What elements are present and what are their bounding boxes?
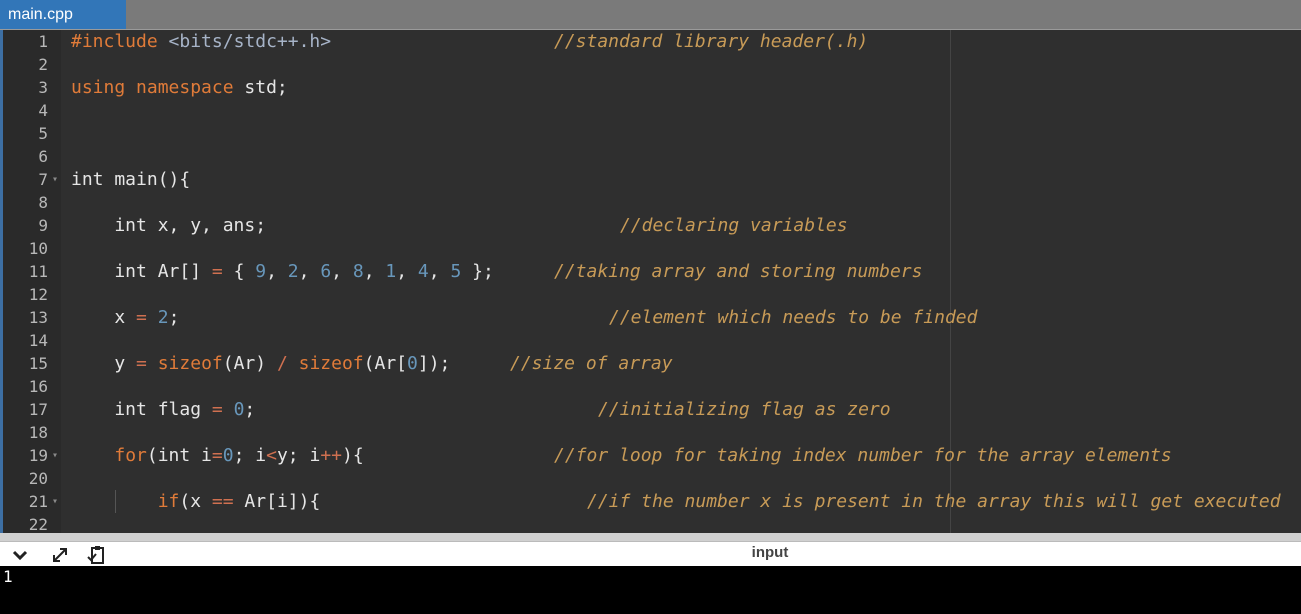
line-number: 15 bbox=[28, 354, 48, 373]
code-line[interactable]: 13 x = 2; //element which needs to be fin… bbox=[0, 306, 1301, 329]
line-number: 21 bbox=[28, 492, 48, 511]
line-number: 3 bbox=[38, 78, 48, 97]
console-text[interactable]: 1 bbox=[3, 567, 13, 586]
input-console[interactable]: 1 bbox=[0, 566, 1301, 614]
code-text: for(int i=0; i<y; i++){ bbox=[114, 445, 364, 466]
line-number: 9 bbox=[38, 216, 48, 235]
code-line[interactable]: 8 bbox=[0, 191, 1301, 214]
line-number: 19 bbox=[28, 446, 48, 465]
code-comment: //taking array and storing numbers bbox=[554, 261, 923, 282]
line-number: 4 bbox=[38, 101, 48, 120]
code-text: int x, y, ans; bbox=[71, 215, 267, 236]
code-line[interactable]: 1 #include <bits/stdc++.h> //standard libr… bbox=[0, 30, 1301, 53]
line-number: 16 bbox=[28, 377, 48, 396]
code-text: x = 2; bbox=[71, 307, 180, 328]
line-number: 8 bbox=[38, 193, 48, 212]
code-line[interactable]: 14 bbox=[0, 329, 1301, 352]
fold-arrow-icon[interactable]: ▾ bbox=[52, 168, 58, 191]
tab-bar: main.cpp bbox=[0, 0, 1301, 30]
code-line[interactable]: 10 bbox=[0, 237, 1301, 260]
line-number: 1 bbox=[38, 32, 48, 51]
line-number: 18 bbox=[28, 423, 48, 442]
line-number: 17 bbox=[28, 400, 48, 419]
code-line[interactable]: 7 ▾ int main(){ bbox=[0, 168, 1301, 191]
code-text: #include <bits/stdc++.h> bbox=[71, 31, 332, 52]
code-line[interactable]: 3 using namespace std; bbox=[0, 76, 1301, 99]
code-comment: //for loop for taking index number for t… bbox=[554, 445, 1172, 466]
input-panel-title: input bbox=[751, 544, 789, 561]
code-comment: //declaring variables bbox=[620, 215, 848, 236]
code-line[interactable]: 15 y = sizeof(Ar) / sizeof(Ar[0]); //size… bbox=[0, 352, 1301, 375]
line-number: 6 bbox=[38, 147, 48, 166]
code-text: if(x == Ar[i]){ bbox=[157, 491, 321, 512]
line-number: 13 bbox=[28, 308, 48, 327]
code-comment: //standard library header(.h) bbox=[554, 31, 869, 52]
line-number: 22 bbox=[28, 515, 48, 533]
code-comment: //initializing flag as zero bbox=[598, 399, 891, 420]
horizontal-scrollbar[interactable] bbox=[0, 533, 1301, 541]
code-line[interactable]: 20 bbox=[0, 467, 1301, 490]
fold-arrow-icon[interactable]: ▾ bbox=[52, 490, 58, 513]
code-line[interactable]: 22 bbox=[0, 513, 1301, 533]
line-number: 5 bbox=[38, 124, 48, 143]
code-comment: //if the number x is present in the arra… bbox=[587, 491, 1281, 512]
input-panel-header: input bbox=[0, 541, 1301, 567]
tab-main-cpp[interactable]: main.cpp bbox=[0, 0, 126, 29]
fold-arrow-icon[interactable]: ▾ bbox=[52, 444, 58, 467]
code-text: using namespace std; bbox=[71, 77, 288, 98]
code-line[interactable]: 11 int Ar[] = { 9, 2, 6, 8, 1, 4, 5 }; //… bbox=[0, 260, 1301, 283]
line-number: 2 bbox=[38, 55, 48, 74]
code-line[interactable]: 6 bbox=[0, 145, 1301, 168]
code-line[interactable]: 2 bbox=[0, 53, 1301, 76]
code-line[interactable]: 18 bbox=[0, 421, 1301, 444]
code-line[interactable]: 5 bbox=[0, 122, 1301, 145]
code-text: int flag = 0; bbox=[71, 399, 256, 420]
code-text: int main(){ bbox=[71, 169, 191, 190]
code-line[interactable]: 21 ▾ if(x == Ar[i]){ //if the number x is … bbox=[0, 490, 1301, 513]
code-line[interactable]: 16 bbox=[0, 375, 1301, 398]
line-number: 14 bbox=[28, 331, 48, 350]
line-number: 11 bbox=[28, 262, 48, 281]
code-line[interactable]: 12 bbox=[0, 283, 1301, 306]
line-number: 7 bbox=[38, 170, 48, 189]
code-line[interactable]: 4 bbox=[0, 99, 1301, 122]
code-text: int Ar[] = { 9, 2, 6, 8, 1, 4, 5 }; bbox=[71, 261, 494, 282]
line-number: 20 bbox=[28, 469, 48, 488]
code-line[interactable]: 19 ▾ for(int i=0; i<y; i++){ //for loop fo… bbox=[0, 444, 1301, 467]
code-comment: //size of array bbox=[510, 353, 673, 374]
line-number: 12 bbox=[28, 285, 48, 304]
code-text: y = sizeof(Ar) / sizeof(Ar[0]); bbox=[71, 353, 451, 374]
code-line[interactable]: 9 int x, y, ans; //declaring variables bbox=[0, 214, 1301, 237]
code-line[interactable]: 17 int flag = 0; //initializing flag as z… bbox=[0, 398, 1301, 421]
code-comment: //element which needs to be finded bbox=[609, 307, 978, 328]
line-number: 10 bbox=[28, 239, 48, 258]
code-editor[interactable]: 1 #include <bits/stdc++.h> //standard libr… bbox=[0, 30, 1301, 533]
